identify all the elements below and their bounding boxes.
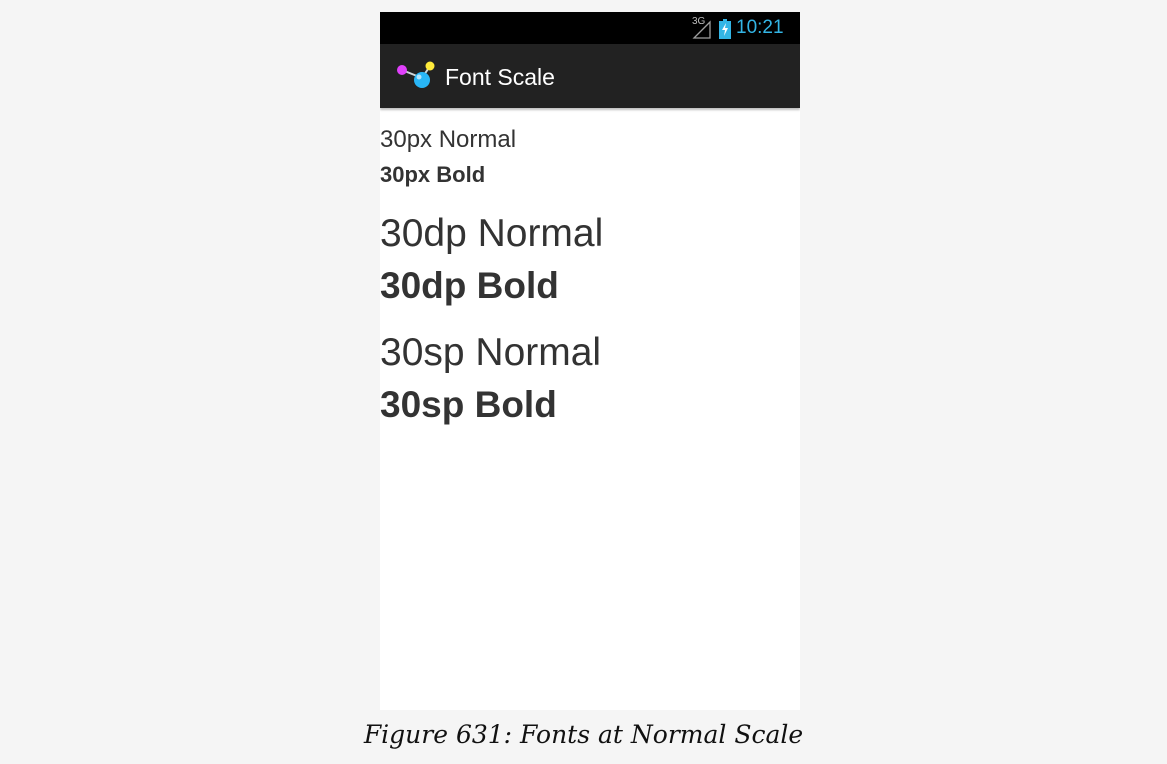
sample-30sp-bold: 30sp Bold xyxy=(380,384,557,425)
battery-charging-icon xyxy=(719,19,731,39)
sample-30px-normal: 30px Normal xyxy=(380,126,517,153)
clock: 10:21 xyxy=(736,17,784,38)
app-icon[interactable] xyxy=(396,60,440,92)
sample-30dp-bold: 30dp Bold xyxy=(380,265,559,306)
status-bar: 3G 10:21 xyxy=(380,12,800,44)
figure-caption: Figure 631: Fonts at Normal Scale xyxy=(363,720,804,749)
sample-30sp-normal: 30sp Normal xyxy=(380,331,602,374)
sample-30px-bold: 30px Bold xyxy=(380,162,486,187)
page: 3G 10:21 Font Scale 30px Normal 30px Bol… xyxy=(0,0,1167,764)
signal-icon xyxy=(692,20,711,39)
phone-screen: 3G 10:21 Font Scale 30px Normal 30px Bol… xyxy=(380,12,800,710)
sample-30dp-normal: 30dp Normal xyxy=(380,212,604,255)
app-title: Font Scale xyxy=(445,64,555,90)
action-bar: Font Scale xyxy=(380,44,800,108)
